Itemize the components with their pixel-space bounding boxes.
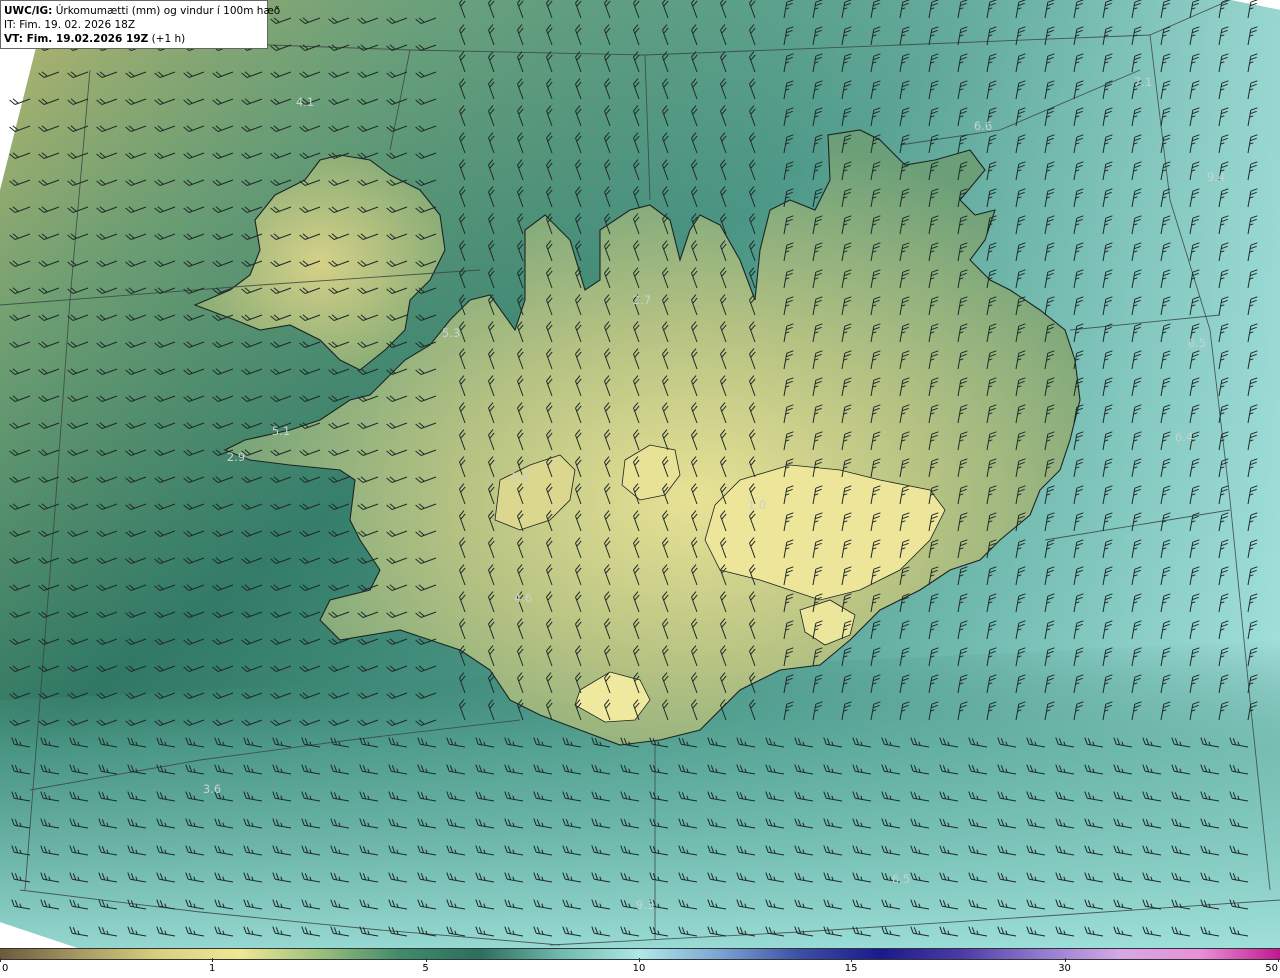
colorbar-tick-mark bbox=[212, 958, 214, 962]
map-header: UWC/IG: Úrkomumætti (mm) og vindur í 100… bbox=[0, 0, 280, 49]
issue-time: IT: Fim. 19. 02. 2026 18Z bbox=[4, 19, 136, 31]
map-value-label: 2.7 bbox=[632, 293, 652, 307]
colorbar-tick-label: 1 bbox=[208, 963, 216, 974]
colorbar-tick-mark bbox=[425, 958, 427, 962]
map-value-label: 2.6 bbox=[509, 470, 529, 484]
colorbar-tick-mark bbox=[1278, 958, 1279, 962]
map-value-label: 7.1 bbox=[1133, 75, 1153, 89]
map-value-label: 1.0 bbox=[747, 498, 767, 512]
map-value-label: 4.1 bbox=[295, 95, 315, 109]
colorbar-tick-label: 30 bbox=[1058, 963, 1071, 974]
map-value-label: 5.3 bbox=[441, 326, 461, 340]
map-value-label: 9.4 bbox=[1206, 170, 1226, 184]
forecast-map bbox=[0, 0, 1280, 948]
colorbar-tick-mark bbox=[0, 958, 1, 962]
map-value-label: 6.5 bbox=[891, 872, 911, 886]
map-value-label: 6.6 bbox=[973, 119, 993, 133]
colorbar-tick-mark bbox=[639, 958, 640, 962]
valid-time-prefix: VT: bbox=[4, 33, 27, 45]
colorbar-tick-label: 15 bbox=[844, 963, 858, 974]
map-value-label: 2.9 bbox=[226, 450, 246, 464]
valid-time: Fim. 19.02.2026 19Z bbox=[26, 33, 149, 45]
map-value-label: 5.1 bbox=[271, 424, 291, 438]
product-description: Úrkomumætti (mm) og vindur í 100m hæð bbox=[52, 5, 281, 17]
colorbar-tick-label: 50 bbox=[1265, 963, 1278, 974]
product-name: UWC/IG: bbox=[4, 5, 53, 17]
map-value-label: 3.6 bbox=[202, 782, 222, 796]
colorbar-tick-mark bbox=[851, 958, 853, 962]
map-value-label: 6.5 bbox=[1187, 336, 1207, 350]
colorbar-tick-mark bbox=[1064, 958, 1066, 962]
colorbar-tick-label: 5 bbox=[422, 963, 429, 974]
colorbar bbox=[0, 948, 1280, 960]
lead-time: (+1 h) bbox=[148, 33, 186, 45]
map-value-label: 9.3 bbox=[635, 898, 655, 912]
colorbar-tick-label: 0 bbox=[2, 963, 9, 974]
map-value-label: 4.6 bbox=[513, 591, 533, 605]
map-value-label: 6.4 bbox=[1174, 430, 1194, 444]
colorbar-tick-label: 10 bbox=[632, 963, 646, 974]
